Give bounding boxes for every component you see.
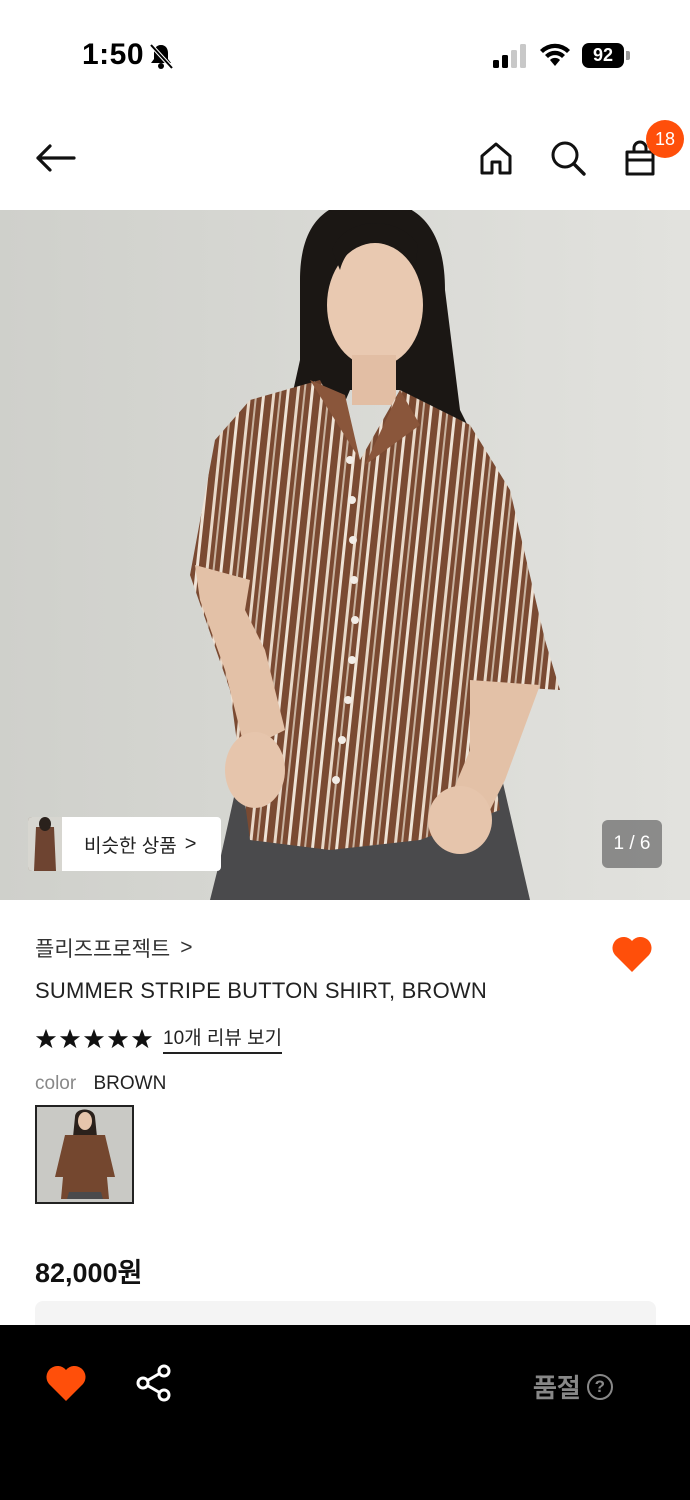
bell-slash-icon	[149, 43, 174, 70]
brand-link[interactable]: 플리즈프로젝트 >	[35, 933, 193, 963]
rating-row: 10개 리뷰 보기	[35, 1023, 283, 1054]
star-rating	[35, 1028, 153, 1050]
star-icon	[59, 1028, 81, 1048]
wishlist-button-bottom[interactable]	[44, 1363, 88, 1403]
color-row: color BROWN	[35, 1073, 166, 1095]
signal-icon	[493, 44, 526, 68]
chevron-right-icon: >	[180, 936, 193, 959]
heart-icon	[612, 936, 652, 972]
bottom-action-bar: 품절 ?	[0, 1325, 690, 1500]
star-icon	[131, 1028, 153, 1048]
soldout-status: 품절 ?	[533, 1368, 613, 1405]
star-icon	[83, 1028, 105, 1048]
heart-icon	[46, 1365, 86, 1401]
battery-indicator: 92	[582, 43, 630, 68]
review-link[interactable]: 10개 리뷰 보기	[163, 1023, 283, 1054]
share-button[interactable]	[134, 1363, 174, 1403]
nav-header: 18	[0, 110, 690, 210]
search-icon	[551, 141, 586, 176]
color-value: BROWN	[93, 1073, 167, 1094]
question-circle-icon[interactable]: ?	[586, 1373, 613, 1400]
home-icon	[480, 142, 512, 175]
similar-products-button[interactable]: 비슷한 상품 >	[28, 817, 221, 871]
star-icon	[35, 1028, 57, 1048]
soldout-label: 품절	[533, 1373, 581, 1403]
product-price: 82,000원	[35, 1258, 143, 1288]
battery-tip	[626, 51, 630, 60]
status-time: 1:50	[82, 38, 145, 71]
wifi-icon	[540, 43, 570, 66]
back-button[interactable]	[33, 136, 77, 180]
status-bar: 1:50 92	[0, 0, 690, 110]
color-option-thumbnail[interactable]	[35, 1105, 134, 1204]
search-button[interactable]	[546, 136, 590, 180]
similar-product-thumbnail	[28, 817, 62, 871]
product-name: SUMMER STRIPE BUTTON SHIRT, BROWN	[35, 978, 487, 1003]
share-icon	[136, 1364, 171, 1402]
color-label: color	[35, 1073, 77, 1094]
battery-level: 92	[582, 43, 624, 68]
product-photo	[0, 210, 690, 900]
star-icon	[107, 1028, 129, 1048]
brand-name: 플리즈프로젝트	[35, 938, 171, 961]
product-image-gallery[interactable]: 비슷한 상품 > 1 / 6	[0, 210, 690, 900]
chevron-right-icon: >	[184, 832, 197, 855]
cart-button[interactable]: 18	[618, 120, 684, 180]
cart-count-badge: 18	[646, 120, 684, 158]
wishlist-button[interactable]	[610, 934, 654, 974]
arrow-left-icon	[36, 144, 76, 172]
similar-products-label: 비슷한 상품	[84, 835, 177, 857]
image-counter: 1 / 6	[602, 820, 662, 868]
home-button[interactable]	[474, 136, 518, 180]
